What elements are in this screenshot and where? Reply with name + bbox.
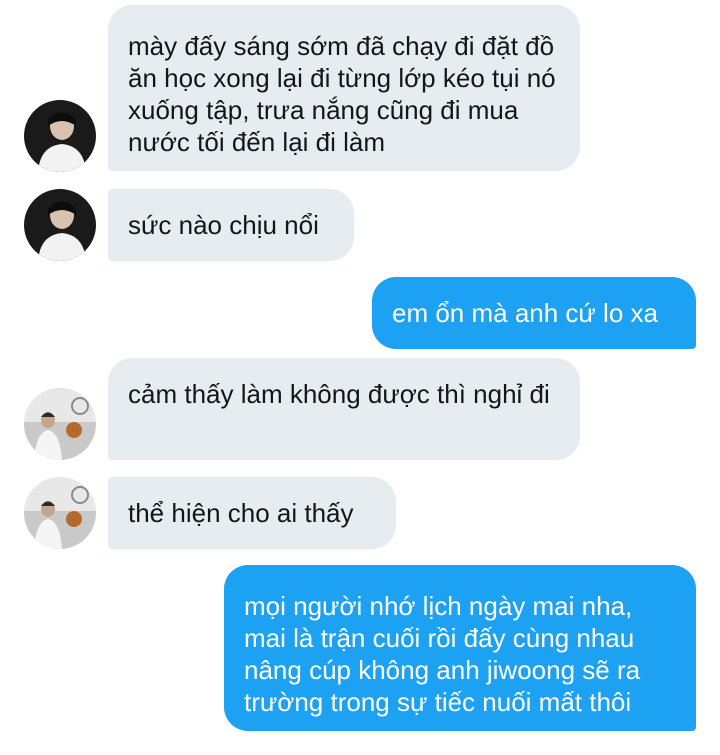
message-bubble-sent[interactable]: mọi người nhớ lịch ngày mai nha, mai là … [224, 565, 696, 731]
message-text: sức nào chịu nổi [128, 210, 319, 240]
message-text: thể hiện cho ai thấy [128, 498, 354, 528]
profile-photo-icon [24, 189, 96, 261]
message-bubble-sent[interactable]: em ổn mà anh cứ lo xa [372, 277, 696, 349]
message-bubble-received[interactable]: thể hiện cho ai thấy [108, 477, 396, 549]
message-bubble-received[interactable]: mày đấy sáng sớm đã chạy đi đặt đồ ăn họ… [108, 5, 580, 171]
avatar[interactable] [24, 477, 96, 549]
message-bubble-received[interactable]: sức nào chịu nổi [108, 189, 354, 261]
profile-photo-icon [24, 100, 96, 172]
avatar[interactable] [24, 189, 96, 261]
message-text: cảm thấy làm không được thì nghỉ đi [128, 379, 550, 409]
message-bubble-received[interactable]: cảm thấy làm không được thì nghỉ đi [108, 358, 580, 460]
avatar[interactable] [24, 388, 96, 460]
profile-photo-icon [24, 477, 96, 549]
message-text: mày đấy sáng sớm đã chạy đi đặt đồ ăn họ… [128, 31, 556, 157]
profile-photo-icon [24, 388, 96, 460]
avatar[interactable] [24, 100, 96, 172]
chat-thread: mày đấy sáng sớm đã chạy đi đặt đồ ăn họ… [0, 0, 720, 755]
message-text: mọi người nhớ lịch ngày mai nha, mai là … [244, 591, 641, 717]
message-text: em ổn mà anh cứ lo xa [392, 298, 658, 328]
